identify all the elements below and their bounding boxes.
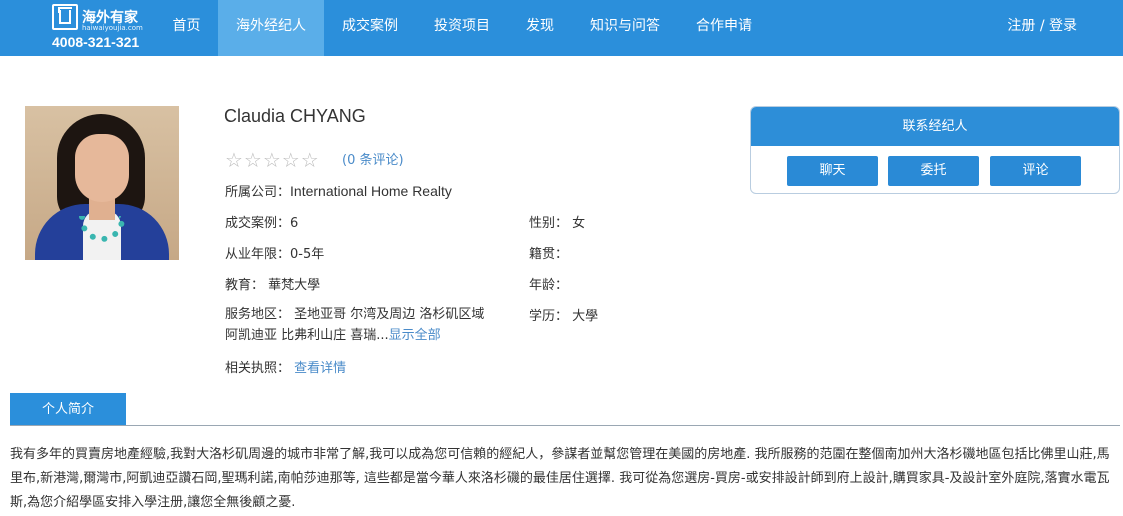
comment-button[interactable]: 评论 <box>990 156 1081 186</box>
top-navbar: 海外有家 haiwaiyoujia.com 4008-321-321 首页 海外… <box>0 0 1123 56</box>
show-all-link[interactable]: 显示全部 <box>389 328 441 343</box>
company-value: International Home Realty <box>290 183 452 199</box>
company-label: 所属公司： <box>225 185 291 200</box>
logo-domain: haiwaiyoujia.com <box>82 24 143 32</box>
degree-value: 大學 <box>572 309 599 324</box>
rating-stars-icon[interactable]: ☆☆☆☆☆ <box>225 148 320 172</box>
hotline-phone: 4008-321-321 <box>52 34 140 50</box>
deals-label: 成交案例： <box>225 216 291 231</box>
company-field: 所属公司：International Home Realty <box>225 181 452 200</box>
house-icon <box>52 4 78 30</box>
nav-discover[interactable]: 发现 <box>508 0 572 56</box>
contact-agent-panel: 联系经纪人 聊天 委托 评论 <box>750 106 1120 194</box>
nav-deal-cases[interactable]: 成交案例 <box>324 0 416 56</box>
nav-knowledge-qa[interactable]: 知识与问答 <box>572 0 678 56</box>
agent-name: Claudia CHYANG <box>224 106 366 126</box>
years-value: 0-5年 <box>290 247 325 262</box>
chat-button[interactable]: 聊天 <box>787 156 878 186</box>
age-label: 年龄： <box>529 278 569 293</box>
education-field: 教育： 華梵大學 <box>225 274 320 293</box>
site-logo[interactable]: 海外有家 haiwaiyoujia.com 4008-321-321 <box>52 4 143 52</box>
service-area-field: 服务地区： 圣地亚哥 尔湾及周边 洛杉矶区域 阿凯迪亚 比弗利山庄 喜瑞...显… <box>225 304 500 346</box>
origin-label: 籍贯： <box>529 247 569 262</box>
deals-field: 成交案例：6 <box>225 212 298 231</box>
license-field: 相关执照： 查看详情 <box>225 357 346 376</box>
gender-field: 性别： 女 <box>529 212 585 231</box>
nav-cooperation[interactable]: 合作申请 <box>678 0 770 56</box>
agent-photo <box>25 106 179 260</box>
education-value: 華梵大學 <box>268 278 321 293</box>
service-label: 服务地区： <box>225 307 291 322</box>
years-label: 从业年限： <box>225 247 291 262</box>
review-count-link[interactable]: (0 条评论) <box>342 149 404 168</box>
degree-label: 学历： <box>529 309 569 324</box>
gender-label: 性别： <box>529 216 569 231</box>
nav-investment-projects[interactable]: 投资项目 <box>416 0 508 56</box>
nav-home[interactable]: 首页 <box>155 0 218 56</box>
entrust-button[interactable]: 委托 <box>888 156 979 186</box>
nav-overseas-agents[interactable]: 海外经纪人 <box>218 0 324 56</box>
origin-field: 籍贯： <box>529 243 568 262</box>
degree-field: 学历： 大學 <box>529 305 598 324</box>
license-label: 相关执照： <box>225 361 291 376</box>
years-field: 从业年限：0-5年 <box>225 243 324 262</box>
deals-value: 6 <box>290 216 299 231</box>
section-divider <box>10 425 1120 426</box>
education-label: 教育： <box>225 278 265 293</box>
intro-text: 我有多年的買賣房地產經驗,我對大洛杉矶周邊的城市非常了解,我可以成為您可信賴的經… <box>10 447 1110 510</box>
license-details-link[interactable]: 查看详情 <box>294 361 346 376</box>
age-field: 年龄： <box>529 274 568 293</box>
tab-profile-intro[interactable]: 个人简介 <box>10 393 126 426</box>
register-login-link[interactable]: 注册 / 登录 <box>1007 0 1077 56</box>
contact-agent-title: 联系经纪人 <box>751 107 1119 146</box>
gender-value: 女 <box>572 216 586 231</box>
